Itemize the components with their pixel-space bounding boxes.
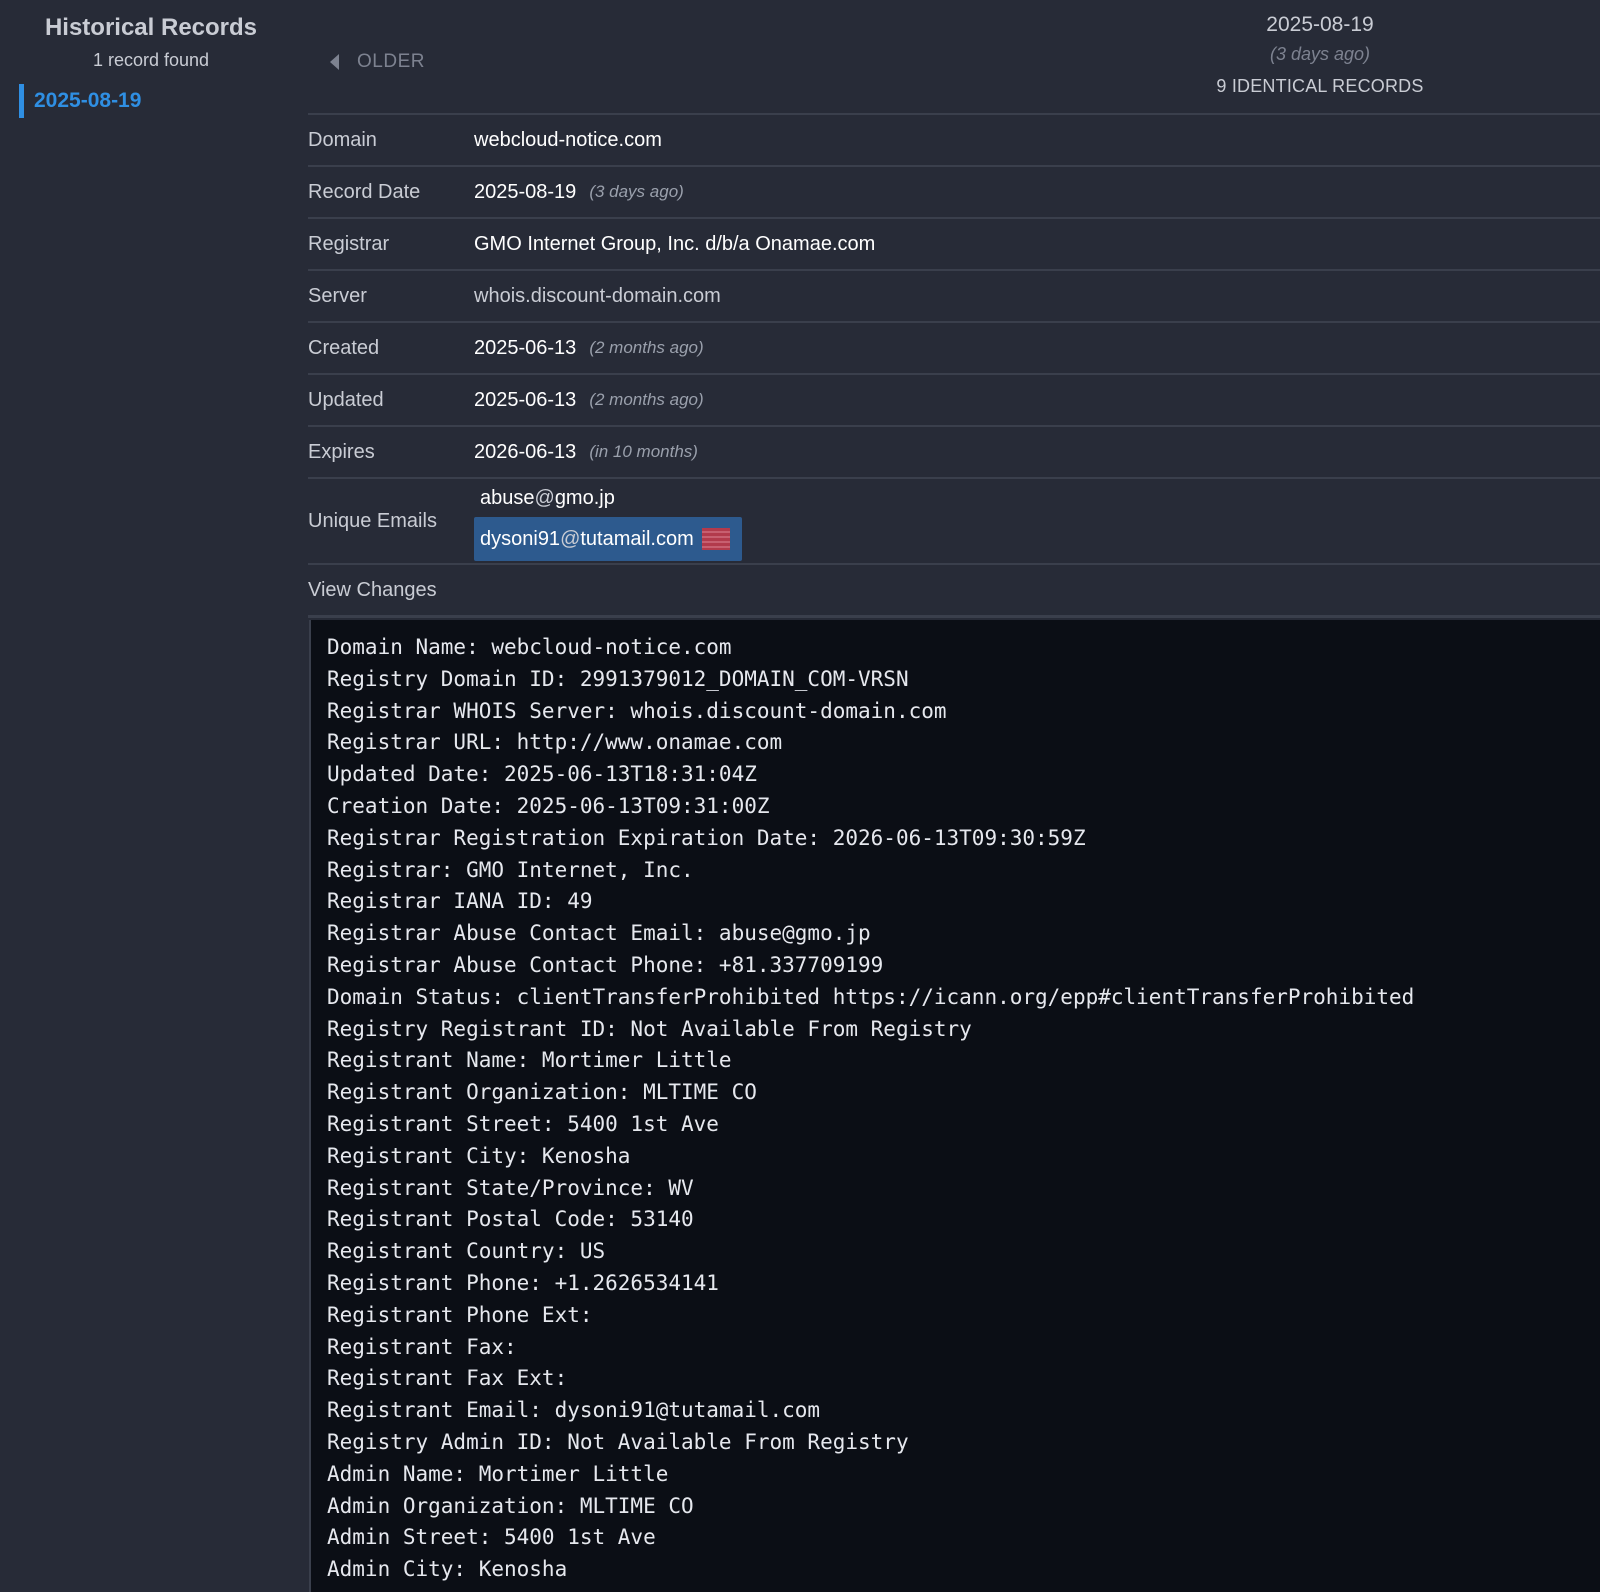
field-row-server: Server whois.discount-domain.com xyxy=(308,269,1600,321)
email-list: abuse@gmo.jp dysoni91@tutamail.com xyxy=(474,481,742,561)
field-row-record-date: Record Date 2025-08-19 (3 days ago) xyxy=(308,165,1600,217)
sidebar-title: Historical Records xyxy=(44,14,258,41)
field-row-registrar: Registrar GMO Internet Group, Inc. d/b/a… xyxy=(308,217,1600,269)
field-row-unique-emails: Unique Emails abuse@gmo.jp dysoni91@tuta… xyxy=(308,477,1600,563)
raw-whois-line: Registry Domain ID: 2991379012_DOMAIN_CO… xyxy=(327,666,909,691)
raw-whois-line: Registrant Name: Mortimer Little xyxy=(327,1048,732,1073)
raw-whois-line: Registry Registrant ID: Not Available Fr… xyxy=(327,1016,972,1041)
raw-whois-line: Registrar Abuse Contact Email: abuse@gmo… xyxy=(327,921,871,946)
raw-whois-line: Registrant City: Kenosha xyxy=(327,1143,631,1168)
raw-whois-line: Registrant Organization: MLTIME CO xyxy=(327,1080,757,1105)
record-header: 2025-08-19 (3 days ago) 9 IDENTICAL RECO… xyxy=(1180,10,1460,97)
server-value: whois.discount-domain.com xyxy=(474,284,721,307)
caret-left-icon xyxy=(330,54,339,70)
field-row-domain: Domain webcloud-notice.com xyxy=(308,113,1600,165)
raw-whois-line: Registrant Phone Ext: xyxy=(327,1302,593,1327)
email-item[interactable]: abuse@gmo.jp xyxy=(474,481,742,515)
record-date-relative: (3 days ago) xyxy=(589,182,684,201)
raw-whois-line: Domain Status: clientTransferProhibited … xyxy=(327,984,1415,1009)
raw-whois-line: Registrant Fax: xyxy=(327,1334,517,1359)
older-button[interactable]: OLDER xyxy=(330,47,425,77)
email-item-highlighted[interactable]: dysoni91@tutamail.com xyxy=(474,517,742,561)
raw-whois-line: Registrant Phone: +1.2626534141 xyxy=(327,1270,719,1295)
field-label: Server xyxy=(308,284,367,307)
field-label: Unique Emails xyxy=(308,509,437,532)
raw-whois-line: Admin City: Kenosha xyxy=(327,1557,568,1582)
view-changes-label: View Changes xyxy=(308,578,437,601)
raw-whois-line: Registrant Postal Code: 53140 xyxy=(327,1207,694,1232)
record-date-value: 2025-08-19 xyxy=(474,180,577,203)
raw-whois-line: Registrar WHOIS Server: whois.discount-d… xyxy=(327,698,947,723)
record-count: 1 record found xyxy=(92,50,210,70)
whois-summary-table: Domain webcloud-notice.com Record Date 2… xyxy=(308,113,1600,618)
field-row-created: Created 2025-06-13 (2 months ago) xyxy=(308,321,1600,373)
sidebar-date-item[interactable]: 2025-08-19 xyxy=(19,84,141,118)
field-label: Registrar xyxy=(308,232,390,255)
us-flag-icon xyxy=(701,528,730,550)
email-user: abuse xyxy=(480,487,535,509)
record-header-relative: (3 days ago) xyxy=(1269,44,1371,64)
field-label: Record Date xyxy=(308,180,421,203)
updated-relative: (2 months ago) xyxy=(589,390,704,409)
raw-whois-line: Creation Date: 2025-06-13T09:31:00Z xyxy=(327,793,770,818)
field-label: Updated xyxy=(308,388,384,411)
field-label: Domain xyxy=(308,128,377,151)
expires-relative: (in 10 months) xyxy=(589,442,698,461)
field-row-updated: Updated 2025-06-13 (2 months ago) xyxy=(308,373,1600,425)
created-relative: (2 months ago) xyxy=(589,338,704,357)
updated-value: 2025-06-13 xyxy=(474,388,577,411)
raw-whois-text: Domain Name: webcloud-notice.com Registr… xyxy=(327,632,1600,1586)
registrar-value: GMO Internet Group, Inc. d/b/a Onamae.co… xyxy=(474,232,876,255)
view-changes-link[interactable]: View Changes xyxy=(308,563,1600,618)
field-label: Expires xyxy=(308,440,375,463)
email-domain: tutamail.com xyxy=(580,528,694,550)
created-value: 2025-06-13 xyxy=(474,336,577,359)
raw-whois-line: Registrant Email: dysoni91@tutamail.com xyxy=(327,1398,821,1423)
expires-value: 2026-06-13 xyxy=(474,440,577,463)
raw-whois-line: Registrar IANA ID: 49 xyxy=(327,889,593,914)
raw-whois-line: Registrar Abuse Contact Phone: +81.33770… xyxy=(327,952,884,977)
raw-whois-line: Updated Date: 2025-06-13T18:31:04Z xyxy=(327,762,757,787)
field-label: Created xyxy=(308,336,380,359)
raw-whois-line: Admin Organization: MLTIME CO xyxy=(327,1493,694,1518)
record-header-date: 2025-08-19 xyxy=(1266,13,1374,36)
field-row-expires: Expires 2026-06-13 (in 10 months) xyxy=(308,425,1600,477)
historical-records-sidebar: Historical Records 1 record found 2025-0… xyxy=(0,0,300,1592)
email-at: @ xyxy=(534,487,555,509)
raw-whois-line: Registrar URL: http://www.onamae.com xyxy=(327,730,783,755)
raw-whois-line: Registrar: GMO Internet, Inc. xyxy=(327,857,694,882)
raw-whois-panel: Domain Name: webcloud-notice.com Registr… xyxy=(309,620,1600,1592)
email-user: dysoni91 xyxy=(480,528,561,550)
domain-value: webcloud-notice.com xyxy=(474,128,662,151)
raw-whois-line: Registrant Country: US xyxy=(327,1239,606,1264)
email-domain: gmo.jp xyxy=(554,487,615,509)
raw-whois-line: Registrant Fax Ext: xyxy=(327,1366,568,1391)
email-at: @ xyxy=(560,528,581,550)
raw-whois-line: Domain Name: webcloud-notice.com xyxy=(327,635,732,659)
raw-whois-line: Registry Admin ID: Not Available From Re… xyxy=(327,1429,909,1454)
raw-whois-line: Admin Street: 5400 1st Ave xyxy=(327,1525,656,1550)
raw-whois-line: Registrant State/Province: WV xyxy=(327,1175,694,1200)
older-label: OLDER xyxy=(357,51,425,72)
raw-whois-line: Registrant Street: 5400 1st Ave xyxy=(327,1111,719,1136)
raw-whois-line: Registrar Registration Expiration Date: … xyxy=(327,825,1086,850)
raw-whois-line: Admin Name: Mortimer Little xyxy=(327,1461,669,1486)
identical-records-count: 9 IDENTICAL RECORDS xyxy=(1216,76,1424,96)
